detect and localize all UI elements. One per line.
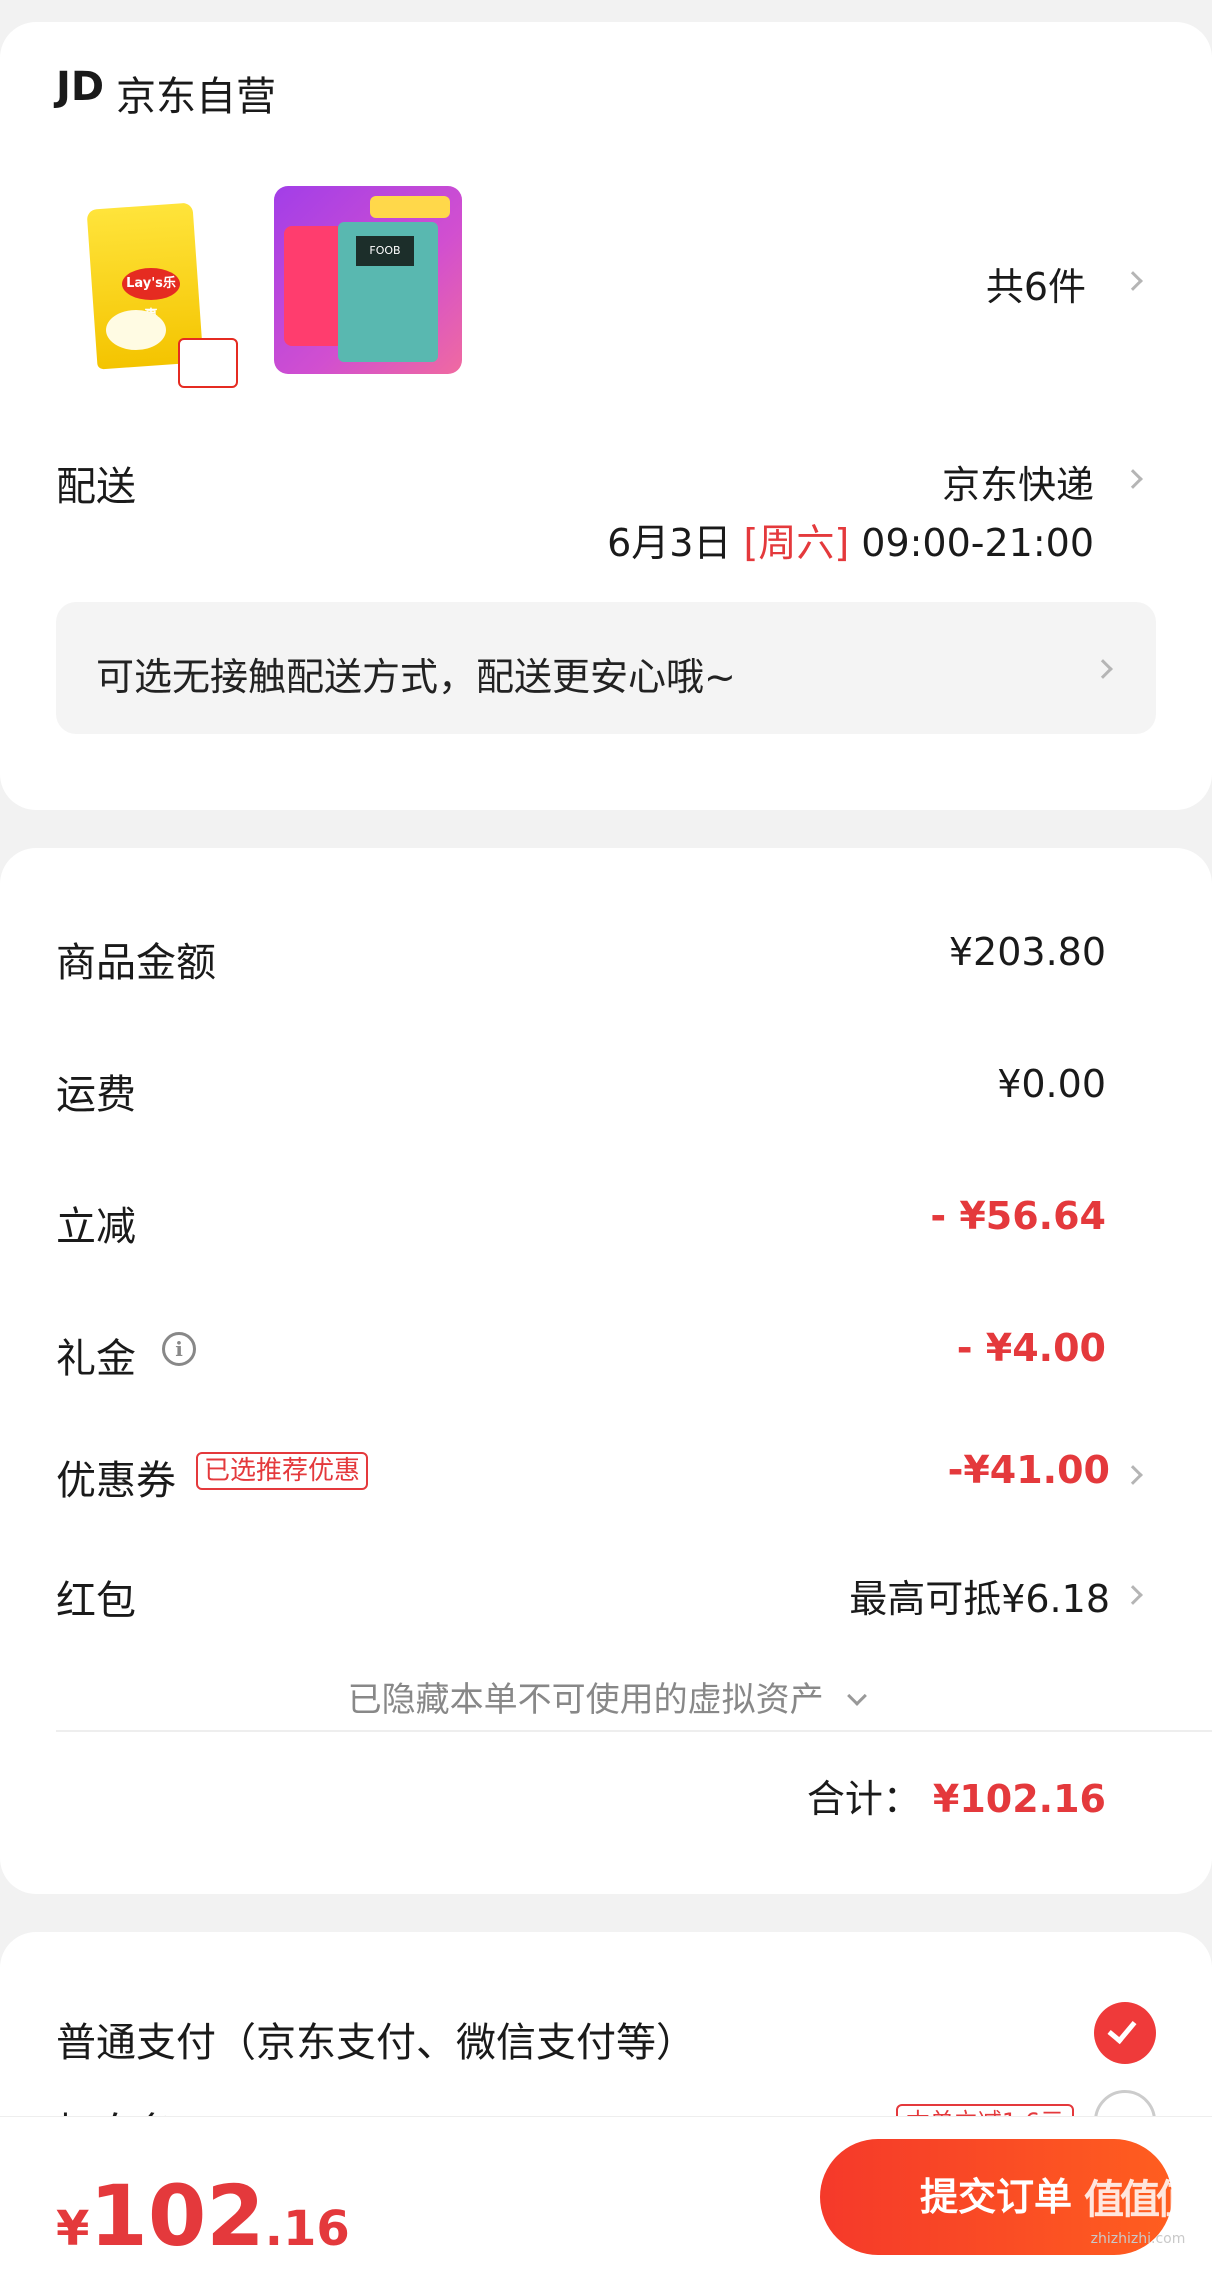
delivery-weekday: [周六] <box>743 521 850 565</box>
divider <box>56 1730 1212 1732</box>
submit-order-label: 提交订单 <box>919 2175 1072 2219</box>
chevron-right-icon[interactable] <box>1123 1465 1143 1485</box>
normal-payment-label[interactable]: 普通支付（京东支付、微信支付等） <box>56 2010 696 2068</box>
delivery-time[interactable]: 6月3日 [周六] 09:00-21:00 <box>607 512 1094 567</box>
jd-logo: JD <box>56 64 105 110</box>
price-summary-card: 商品金额 ¥203.80 运费 ¥0.00 立减 - ¥56.64 礼金 i -… <box>0 848 1212 1894</box>
delivery-carrier[interactable]: 京东快递 <box>942 454 1094 509</box>
final-price: ¥102.16 <box>56 2167 350 2265</box>
coupon-value[interactable]: -¥41.00 <box>948 1448 1110 1492</box>
product-thumbnail-chips[interactable]: Lay's乐事 <box>86 198 242 388</box>
total-row: 合计： ¥102.16 <box>807 1768 1106 1823</box>
product-thumbnail-tissue[interactable]: FOOB <box>274 186 462 374</box>
price-decimal: .16 <box>264 2201 350 2257</box>
chevron-right-icon[interactable] <box>1123 271 1143 291</box>
instant-discount-label: 立减 <box>56 1204 136 1250</box>
red-packet-value[interactable]: 最高可抵¥6.18 <box>849 1568 1110 1623</box>
bottom-bar: ¥102.16 提交订单 值值值 zhizhizhi.com <box>0 2116 1212 2272</box>
currency-symbol: ¥ <box>56 2201 90 2257</box>
product-count[interactable]: 共6件 <box>986 256 1086 311</box>
watermark: 值值值 zhizhizhi.com <box>1064 2167 1212 2247</box>
info-icon[interactable]: i <box>162 1332 196 1366</box>
total-label: 合计： <box>806 1777 921 1821</box>
chevron-right-icon <box>1093 659 1113 679</box>
chevron-right-icon[interactable] <box>1123 469 1143 489</box>
hidden-assets-text: 已隐藏本单不可使用的虚拟资产 <box>347 1680 824 1720</box>
coupon-label: 优惠券 <box>56 1458 176 1504</box>
contactless-delivery-text: 可选无接触配送方式，配送更安心哦~ <box>96 655 736 699</box>
shipping-value: ¥0.00 <box>997 1062 1106 1106</box>
gift-cash-value: - ¥4.00 <box>956 1326 1106 1370</box>
contactless-delivery-banner[interactable]: 可选无接触配送方式，配送更安心哦~ <box>56 602 1156 734</box>
total-value: ¥102.16 <box>932 1777 1106 1821</box>
shipping-label: 运费 <box>56 1072 136 1118</box>
delivery-window: 09:00-21:00 <box>861 521 1094 565</box>
instant-discount-value: - ¥56.64 <box>930 1194 1106 1238</box>
watermark-sub: zhizhizhi.com <box>1090 2231 1186 2247</box>
red-packet-label: 红包 <box>56 1578 136 1624</box>
delivery-date: 6月3日 <box>607 521 732 565</box>
gift-cash-label: 礼金 <box>56 1336 136 1382</box>
chevron-right-icon[interactable] <box>1123 1585 1143 1605</box>
checkmark-icon[interactable] <box>1094 2002 1156 2064</box>
goods-amount-label: 商品金额 <box>56 940 216 986</box>
watermark-text: 值值值 <box>1084 2177 1196 2223</box>
goods-amount-value: ¥203.80 <box>948 930 1106 974</box>
price-integer: 102 <box>89 2167 265 2265</box>
chevron-down-icon <box>847 1686 868 1706</box>
coupon-badge: 已选推荐优惠 <box>196 1452 369 1490</box>
store-name: 京东自营 <box>116 74 276 120</box>
delivery-label: 配送 <box>56 464 136 510</box>
hidden-assets-toggle[interactable]: 已隐藏本单不可使用的虚拟资产 <box>0 1672 1212 1721</box>
store-card: JD 京东自营 Lay's乐事 FOOB 共6件 配送 京东快递 6月3日 [周… <box>0 22 1212 810</box>
